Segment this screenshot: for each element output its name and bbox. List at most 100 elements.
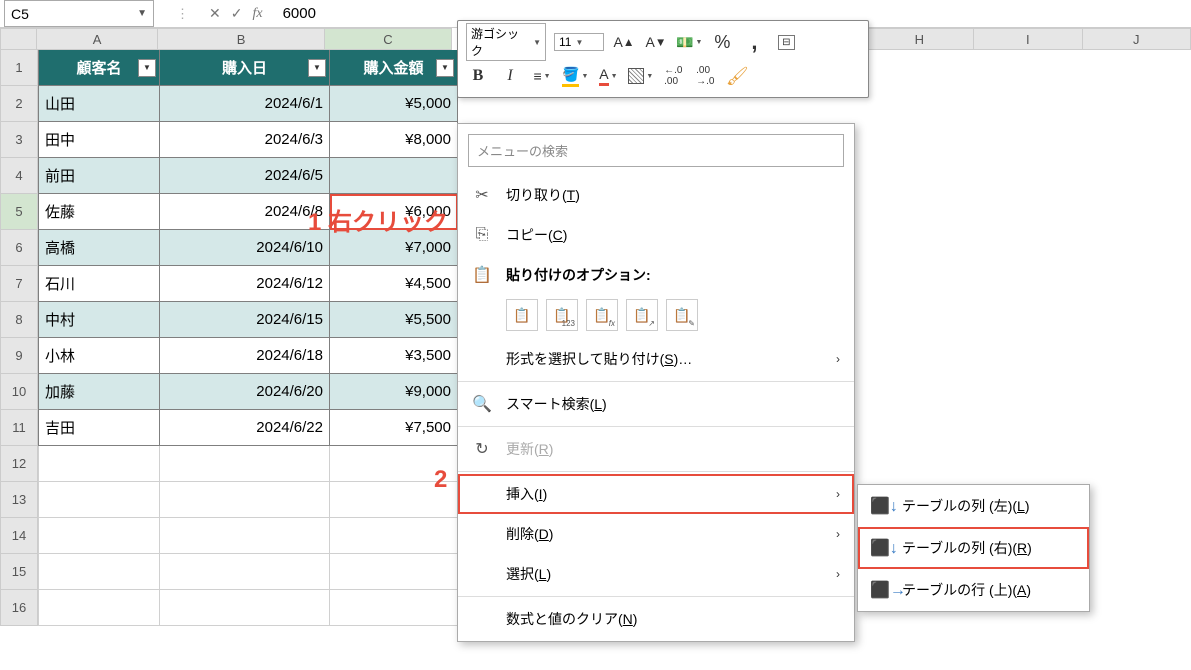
cell[interactable]: 2024/6/22 [160,410,330,446]
cell[interactable]: ¥3,500 [330,338,458,374]
col-header-b[interactable]: B [158,28,326,50]
align-icon[interactable]: ≡▼ [530,64,554,88]
empty-cell[interactable] [160,518,330,554]
paste-special-item[interactable]: 形式を選択して貼り付け(S)…› [458,339,854,379]
comma-icon[interactable]: , [742,30,766,54]
cell[interactable]: 山田 [38,86,160,122]
empty-cell[interactable] [160,590,330,626]
paste-default-icon[interactable]: 📋 [506,299,538,331]
insert-row-above-item[interactable]: ⬛→テーブルの行 (上)(A) [858,569,1089,611]
cell[interactable]: ¥8,000 [330,122,458,158]
table-header[interactable]: 顧客名▼ [38,50,160,86]
selected-cell[interactable]: ¥6,000 [330,194,458,230]
row-header[interactable]: 11 [0,410,38,446]
format-painter-icon[interactable]: 🖌 [725,64,749,88]
col-header-h[interactable]: H [866,28,974,50]
smart-lookup-item[interactable]: 🔍スマート検索(L) [458,384,854,424]
col-header-c[interactable]: C [325,28,451,50]
cancel-icon[interactable]: ✕ [209,5,221,22]
cell[interactable]: 高橋 [38,230,160,266]
empty-cell[interactable] [38,482,160,518]
col-header-a[interactable]: A [37,28,157,50]
paste-formulas-icon[interactable]: 📋fx [586,299,618,331]
accounting-format-icon[interactable]: 💵▼ [676,30,702,54]
row-header[interactable]: 2 [0,86,38,122]
insert-item[interactable]: 挿入(I)› [458,474,854,514]
empty-cell[interactable] [38,446,160,482]
increase-decimal-icon[interactable]: ←.0.00 [661,64,685,88]
row-header[interactable]: 12 [0,446,38,482]
italic-button[interactable]: I [498,64,522,88]
empty-cell[interactable] [330,482,458,518]
cell[interactable]: 2024/6/10 [160,230,330,266]
font-selector[interactable]: 游ゴシック▼ [466,23,546,61]
cell[interactable]: ¥9,000 [330,374,458,410]
decrease-decimal-icon[interactable]: .00→.0 [693,64,717,88]
empty-cell[interactable] [330,590,458,626]
cell[interactable]: 2024/6/20 [160,374,330,410]
cell[interactable]: 2024/6/5 [160,158,330,194]
empty-cell[interactable] [160,554,330,590]
row-header[interactable]: 15 [0,554,38,590]
insert-col-left-item[interactable]: ⬛↓テーブルの列 (左)(L) [858,485,1089,527]
font-color-icon[interactable]: A▼ [596,64,620,88]
table-header[interactable]: 購入日▼ [160,50,330,86]
clear-contents-item[interactable]: 数式と値のクリア(N) [458,599,854,639]
col-header-j[interactable]: J [1083,28,1191,50]
menu-search[interactable]: メニューの検索 [468,134,844,167]
empty-cell[interactable] [330,446,458,482]
empty-cell[interactable] [330,554,458,590]
cell[interactable]: 小林 [38,338,160,374]
empty-cell[interactable] [330,518,458,554]
chevron-down-icon[interactable]: ▼ [137,8,147,19]
cell[interactable]: 2024/6/1 [160,86,330,122]
cell[interactable]: ¥4,500 [330,266,458,302]
cell[interactable] [330,158,458,194]
cell[interactable]: 2024/6/8 [160,194,330,230]
filter-icon[interactable]: ▼ [138,59,156,77]
enter-icon[interactable]: ✓ [231,5,243,22]
filter-icon[interactable]: ▼ [308,59,326,77]
cut-item[interactable]: ✂切り取り(T) [458,175,854,215]
font-size-selector[interactable]: 11▼ [554,33,604,51]
cell[interactable]: 佐藤 [38,194,160,230]
cell[interactable]: 2024/6/15 [160,302,330,338]
row-header[interactable]: 4 [0,158,38,194]
fx-icon[interactable]: fx [252,6,262,22]
cell[interactable]: ¥5,500 [330,302,458,338]
cell[interactable]: 2024/6/12 [160,266,330,302]
select-all-corner[interactable] [0,28,37,50]
percent-icon[interactable]: % [710,30,734,54]
empty-cell[interactable] [160,482,330,518]
merge-icon[interactable]: ⊟ [774,30,798,54]
cell[interactable]: 田中 [38,122,160,158]
paste-formatting-icon[interactable]: 📋✎ [666,299,698,331]
empty-cell[interactable] [38,554,160,590]
row-header[interactable]: 14 [0,518,38,554]
cell[interactable]: 加藤 [38,374,160,410]
table-header[interactable]: 購入金額▼ [330,50,458,86]
copy-item[interactable]: ⎘コピー(C) [458,215,854,255]
empty-cell[interactable] [38,590,160,626]
row-header[interactable]: 3 [0,122,38,158]
cell[interactable]: ¥7,000 [330,230,458,266]
col-header-i[interactable]: I [974,28,1082,50]
borders-icon[interactable]: ▼ [628,64,653,88]
decrease-font-icon[interactable]: A▼ [644,30,668,54]
row-header[interactable]: 1 [0,50,38,86]
row-header[interactable]: 6 [0,230,38,266]
insert-col-right-item[interactable]: ⬛↓テーブルの列 (右)(R) [858,527,1089,569]
bold-button[interactable]: B [466,64,490,88]
cell[interactable]: 中村 [38,302,160,338]
row-header[interactable]: 7 [0,266,38,302]
increase-font-icon[interactable]: A▲ [612,30,636,54]
paste-transpose-icon[interactable]: 📋↗ [626,299,658,331]
empty-cell[interactable] [160,446,330,482]
filter-icon[interactable]: ▼ [436,59,454,77]
row-header[interactable]: 9 [0,338,38,374]
cell[interactable]: 2024/6/3 [160,122,330,158]
name-box[interactable]: C5 ▼ [4,0,154,27]
delete-item[interactable]: 削除(D)› [458,514,854,554]
cell[interactable]: 吉田 [38,410,160,446]
cell[interactable]: ¥5,000 [330,86,458,122]
